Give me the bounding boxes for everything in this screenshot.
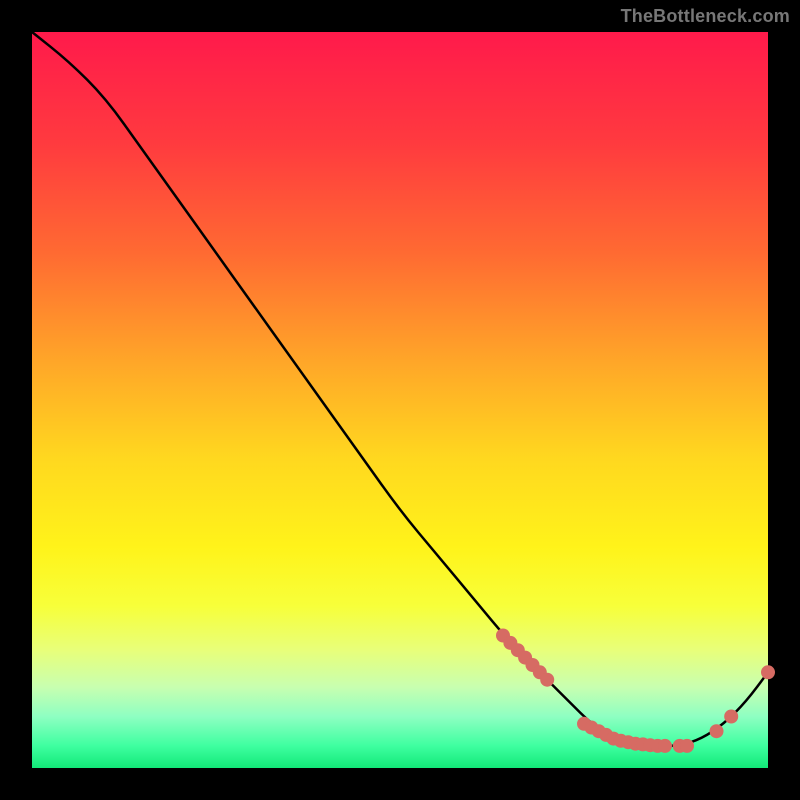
marker-point [710,724,724,738]
plot-area [32,32,768,768]
marker-point [540,673,554,687]
curve-group [32,32,768,746]
marker-point [761,665,775,679]
marker-point [658,739,672,753]
bottleneck-curve [32,32,768,746]
chart-frame: TheBottleneck.com [0,0,800,800]
highlight-markers [496,629,775,753]
watermark-text: TheBottleneck.com [621,6,790,27]
chart-svg [32,32,768,768]
marker-point [724,710,738,724]
marker-point [680,739,694,753]
